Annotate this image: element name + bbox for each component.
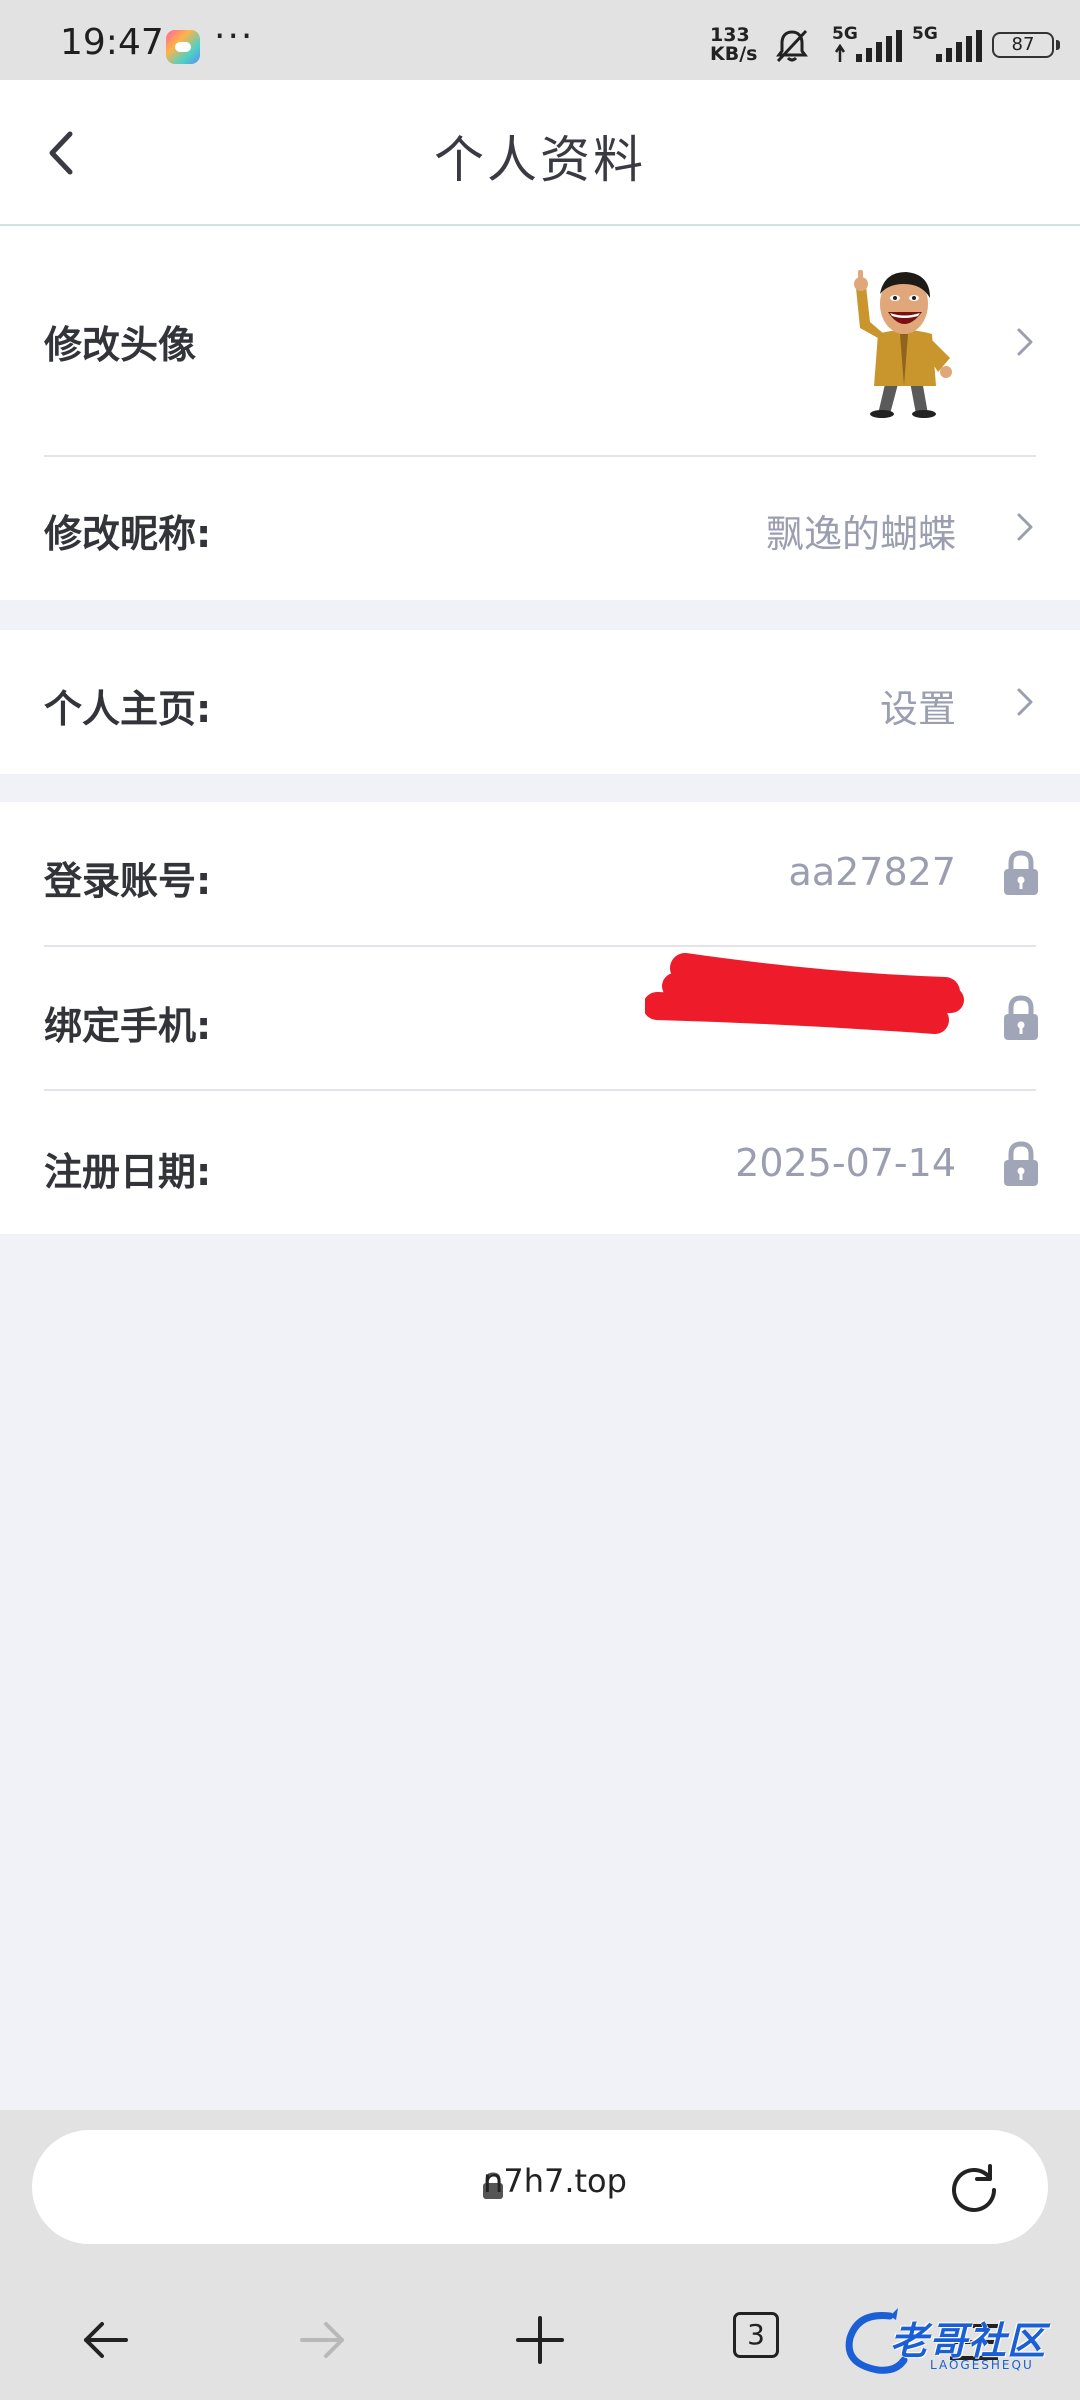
chevron-right-icon bbox=[1010, 322, 1040, 362]
watermark-text: 老哥社区 bbox=[890, 2319, 1047, 2363]
edit-nickname-row[interactable]: 修改昵称: 飘逸的蝴蝶 bbox=[0, 457, 1080, 600]
login-account-row: 登录账号: aa27827 bbox=[0, 802, 1080, 946]
status-time: 19:47 bbox=[60, 22, 164, 63]
edit-avatar-row[interactable]: 修改头像 bbox=[0, 226, 1080, 456]
login-account-label: 登录账号: bbox=[44, 859, 212, 903]
homepage-value: 设置 bbox=[879, 687, 956, 731]
profile-basic-group: 修改头像 修改昵称: 飘逸的蝴蝶 bbox=[0, 226, 1080, 600]
register-date-label: 注册日期: bbox=[44, 1150, 212, 1194]
url-text: n7h7.top bbox=[483, 2162, 627, 2200]
chevron-right-icon bbox=[1010, 682, 1040, 722]
register-date-value: 2025-07-14 bbox=[735, 1141, 956, 1185]
register-date-row: 注册日期: 2025-07-14 bbox=[0, 1091, 1080, 1234]
status-bar: 19:47 ··· 133 KB/s 5G 5G 87 bbox=[0, 0, 1080, 80]
browser-nav-row: 3 老哥社区 LAOGESHEQU bbox=[0, 2290, 1080, 2400]
redaction-scribble bbox=[645, 953, 964, 1034]
chevron-right-icon bbox=[1010, 507, 1040, 547]
edit-avatar-label: 修改头像 bbox=[44, 323, 197, 367]
game-app-icon bbox=[166, 30, 200, 64]
battery-icon: 87 bbox=[992, 32, 1060, 58]
page-title: 个人资料 bbox=[434, 131, 646, 189]
lock-icon bbox=[1002, 995, 1040, 1041]
reload-icon[interactable] bbox=[946, 2160, 1002, 2216]
login-account-value: aa27827 bbox=[788, 850, 956, 894]
app-header: 个人资料 bbox=[0, 80, 1080, 226]
signal-5g-icon: 5G bbox=[832, 24, 904, 70]
nickname-value: 飘逸的蝴蝶 bbox=[765, 512, 956, 556]
lock-icon bbox=[1002, 850, 1040, 896]
network-speed: 133 KB/s bbox=[710, 26, 757, 64]
homepage-group: 个人主页: 设置 bbox=[0, 630, 1080, 774]
browser-toolbar: n7h7.top 3 老哥社区 LAOGESHEQU bbox=[0, 2110, 1080, 2400]
homepage-row[interactable]: 个人主页: 设置 bbox=[0, 630, 1080, 774]
network-speed-unit: KB/s bbox=[710, 43, 758, 65]
bound-phone-label: 绑定手机: bbox=[44, 1004, 212, 1048]
back-arrow-icon[interactable] bbox=[76, 2310, 136, 2370]
signal-5g-icon: 5G bbox=[912, 24, 984, 70]
watermark-subtext: LAOGESHEQU bbox=[930, 2358, 1034, 2372]
more-notifications-icon: ··· bbox=[214, 16, 255, 57]
watermark-logo: 老哥社区 LAOGESHEQU bbox=[838, 2304, 1064, 2384]
lock-icon bbox=[1002, 1141, 1040, 1187]
address-bar[interactable]: n7h7.top bbox=[32, 2130, 1048, 2244]
tabs-count-button[interactable]: 3 bbox=[733, 2312, 779, 2358]
new-tab-plus-icon[interactable] bbox=[510, 2310, 570, 2370]
avatar[interactable] bbox=[852, 268, 958, 418]
homepage-label: 个人主页: bbox=[44, 687, 212, 731]
forward-arrow-icon[interactable] bbox=[292, 2310, 352, 2370]
mute-bell-icon bbox=[774, 28, 810, 68]
edit-nickname-label: 修改昵称: bbox=[44, 512, 212, 556]
